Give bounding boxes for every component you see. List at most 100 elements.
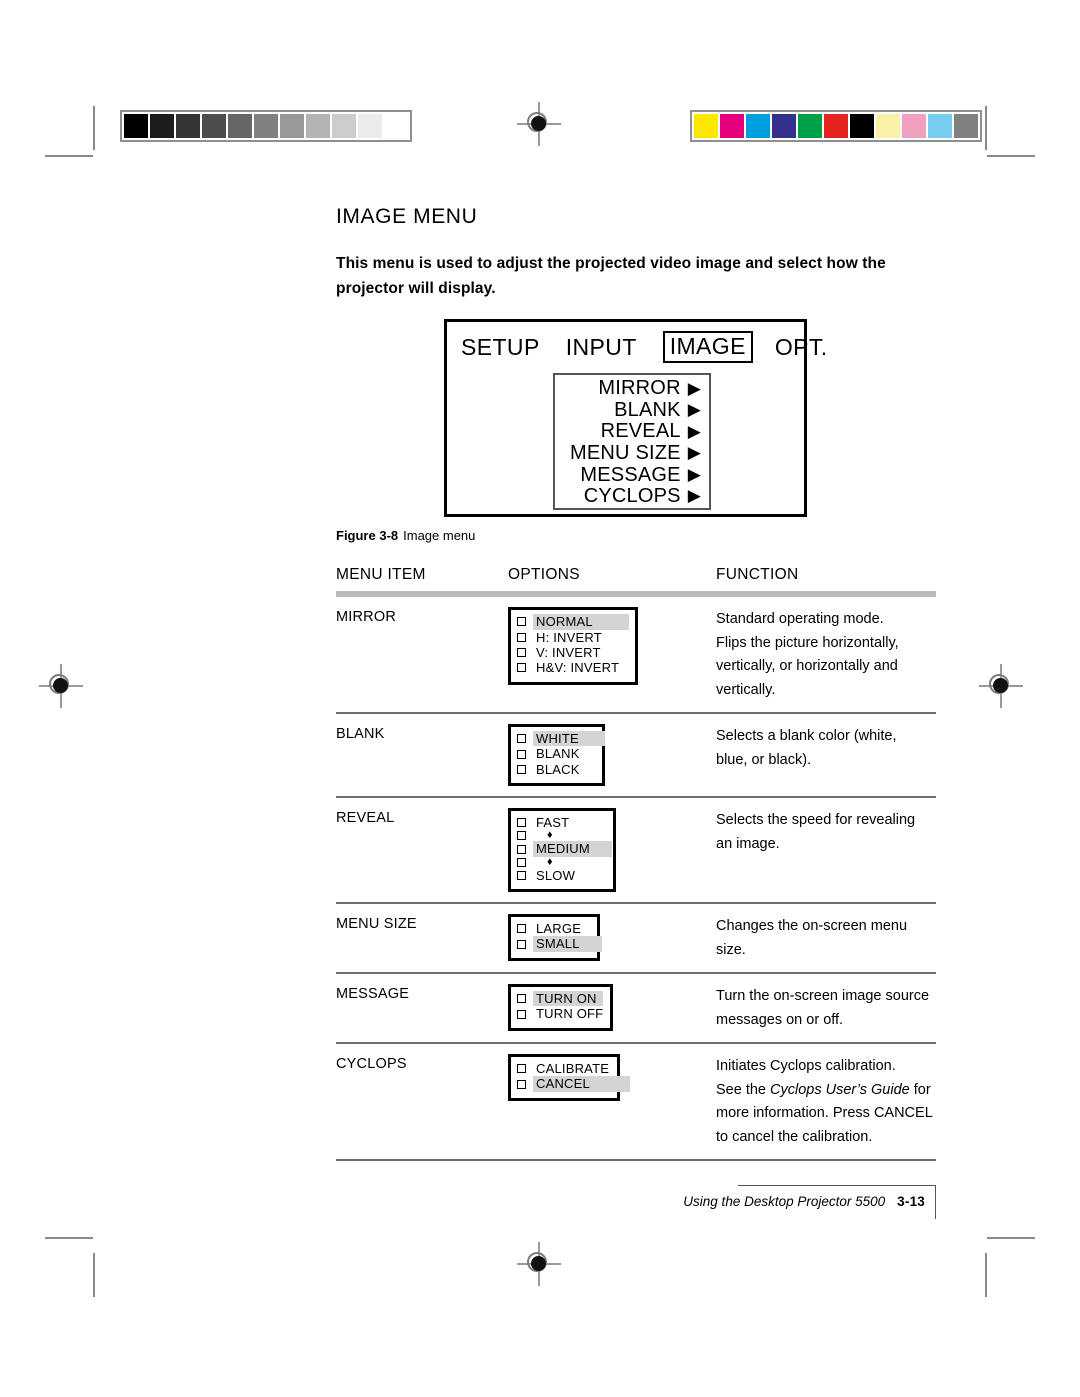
option-row[interactable]: FAST [517, 815, 607, 830]
menu-item-name: MESSAGE [336, 986, 410, 1003]
osd-tab-image[interactable]: IMAGE [662, 331, 753, 364]
chevron-right-icon: ▶ [687, 400, 701, 420]
grayscale-swatch-2 [176, 114, 200, 138]
checkbox-icon[interactable] [517, 632, 526, 642]
option-row[interactable]: NORMAL [517, 614, 629, 630]
option-label: CALIBRATE [536, 1061, 610, 1077]
osd-tab-setup[interactable]: SETUP [461, 334, 540, 361]
osd-item-reveal[interactable]: REVEAL ▶ [555, 421, 709, 443]
option-row[interactable]: BLACK [517, 762, 596, 777]
osd-item-cyclops[interactable]: CYCLOPS ▶ [555, 486, 709, 508]
checkbox-icon[interactable] [517, 857, 526, 867]
checkbox-icon[interactable] [517, 939, 526, 949]
function-line: Initiates Cyclops calibration. [716, 1058, 896, 1075]
function-line: vertically, or horizontally and [716, 658, 898, 675]
function-line: blue, or black). [716, 751, 812, 768]
function-description: Initiates Cyclops calibration. See the Cy… [716, 1054, 936, 1149]
function-line: an image. [716, 835, 780, 852]
table-header-function: FUNCTION [716, 566, 799, 584]
chevron-right-icon: ▶ [687, 464, 701, 484]
checkbox-icon[interactable] [517, 1079, 526, 1089]
option-label: TURN ON [533, 991, 603, 1007]
options-group-message: TURN ON TURN OFF [508, 984, 613, 1031]
checkbox-icon[interactable] [517, 818, 526, 828]
options-cell: WHITE BLANK BLACK [508, 724, 716, 787]
table-row: REVEAL FAST ♦ MEDIUM ♦ SLOW Selects the speed … [336, 798, 936, 902]
osd-menu-panel: MIRROR ▶ BLANK ▶ REVEAL ▶ MENU SIZE ▶ MESSAGE ▶ CY… [553, 373, 711, 511]
options-cell: CALIBRATE CANCEL [508, 1054, 716, 1149]
function-line: vertically. [716, 681, 776, 698]
option-row[interactable]: CALIBRATE [517, 1061, 611, 1076]
arrow-glyph-icon: ♦ [547, 855, 553, 868]
figure-caption: Figure 3-8 Image menu [336, 528, 936, 543]
page-title: IMAGE MENU [336, 205, 478, 228]
registration-mark-bottom-center [517, 1242, 561, 1286]
options-group-menu-size: LARGE SMALL [508, 914, 602, 961]
option-row[interactable]: TURN ON [517, 991, 604, 1007]
checkbox-icon[interactable] [517, 734, 526, 744]
option-row[interactable]: SLOW [517, 868, 607, 883]
option-label: WHITE [533, 731, 605, 747]
checkbox-icon[interactable] [517, 1064, 526, 1074]
option-row[interactable]: V: INVERT [517, 645, 629, 660]
color-swatch-4 [798, 114, 822, 138]
color-swatch-7 [876, 114, 900, 138]
function-description: Turn the on-screen image source messages … [716, 984, 936, 1032]
checkbox-icon[interactable] [517, 994, 526, 1004]
grayscale-swatch-1 [150, 114, 174, 138]
function-line: Flips the picture horizontally, [716, 634, 899, 651]
option-label: H: INVERT [536, 629, 602, 645]
osd-tab-input[interactable]: INPUT [566, 334, 637, 361]
checkbox-icon[interactable] [517, 749, 526, 759]
checkbox-icon[interactable] [517, 1009, 526, 1019]
option-label: TURN OFF [536, 1006, 604, 1022]
option-row[interactable]: MEDIUM [517, 841, 612, 857]
table-header-row: MENU ITEM OPTIONS FUNCTION [336, 566, 936, 591]
checkbox-icon[interactable] [517, 663, 526, 673]
option-row[interactable]: SMALL [517, 936, 602, 952]
option-row[interactable]: LARGE [517, 921, 591, 936]
osd-item-blank[interactable]: BLANK ▶ [555, 399, 709, 422]
color-swatch-5 [824, 114, 848, 138]
grayscale-swatch-10 [384, 114, 408, 138]
checkbox-icon[interactable] [517, 831, 526, 841]
option-row[interactable]: ♦ [517, 830, 607, 841]
color-swatch-8 [902, 114, 926, 138]
options-cell: TURN ON TURN OFF [508, 984, 716, 1032]
registration-mark-left-middle [39, 664, 83, 708]
option-row[interactable]: CANCEL [517, 1076, 630, 1092]
grayscale-swatch-8 [332, 114, 356, 138]
option-row[interactable]: H: INVERT [517, 630, 629, 645]
checkbox-icon[interactable] [517, 648, 526, 658]
osd-item-mirror[interactable]: MIRROR ▶ [555, 378, 709, 400]
function-description: Selects a blank color (white, blue, or bl… [716, 724, 936, 786]
table-header-menu-item: MENU ITEM [336, 566, 426, 584]
option-row[interactable]: BLANK [517, 746, 596, 761]
option-row[interactable]: WHITE [517, 731, 605, 747]
page-footer: Using the Desktop Projector 5500 3-13 [683, 1185, 936, 1219]
osd-item-label: MIRROR [598, 377, 681, 400]
options-group-cyclops: CALIBRATE CANCEL [508, 1054, 630, 1101]
option-row[interactable]: TURN OFF [517, 1006, 604, 1021]
option-row[interactable]: ♦ [517, 855, 607, 868]
option-label: NORMAL [533, 614, 629, 630]
intro-paragraph: This menu is used to adjust the projecte… [336, 255, 886, 298]
osd-tab-opt[interactable]: OPT. [775, 334, 828, 361]
checkbox-icon[interactable] [517, 764, 526, 774]
crop-mark-bottom-left-vertical [93, 1253, 95, 1297]
osd-item-message[interactable]: MESSAGE ▶ [555, 464, 709, 487]
option-label: SMALL [533, 936, 602, 952]
grayscale-swatch-9 [358, 114, 382, 138]
option-row[interactable]: H&V: INVERT [517, 660, 629, 675]
menu-options-table: MENU ITEM OPTIONS FUNCTION MIRROR NORMAL H… [336, 566, 936, 1161]
function-description: Selects the speed for revealing an image. [716, 808, 936, 892]
osd-item-menu-size[interactable]: MENU SIZE ▶ [555, 442, 709, 465]
crop-mark-top-right-horizontal [987, 155, 1035, 157]
checkbox-icon[interactable] [517, 870, 526, 880]
function-line: Selects a blank color (white, [716, 728, 897, 745]
function-description: Standard operating mode. Flips the pictur… [716, 607, 936, 702]
osd-item-label: MENU SIZE [570, 442, 681, 464]
checkbox-icon[interactable] [517, 844, 526, 854]
checkbox-icon[interactable] [517, 617, 526, 627]
checkbox-icon[interactable] [517, 924, 526, 934]
